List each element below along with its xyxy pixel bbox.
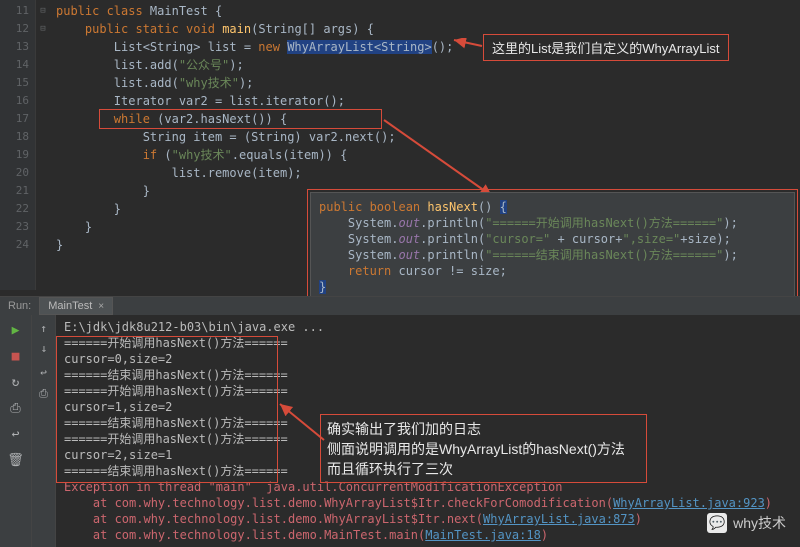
run-icon[interactable]: ▶ xyxy=(5,319,27,341)
fold-gutter: ⊟⊟ xyxy=(36,0,50,290)
annotation-console-text: 确实输出了我们加的日志 侧面说明调用的是WhyArrayList的hasNext… xyxy=(327,419,625,479)
scroll-down-icon[interactable]: ↑ xyxy=(35,341,53,359)
quick-definition-popup[interactable]: public boolean hasNext() { System.out.pr… xyxy=(310,192,795,310)
line-gutter: 1112131415161718192021222324 xyxy=(0,0,36,290)
chat-icon: 💬 xyxy=(707,513,727,533)
stack-link[interactable]: WhyArrayList.java:923 xyxy=(613,496,765,510)
print-icon2[interactable]: ⎙ xyxy=(35,385,53,403)
run-label: Run: xyxy=(0,300,39,312)
stack-link[interactable]: MainTest.java:18 xyxy=(425,528,541,542)
watermark: 💬 why技术 xyxy=(707,513,786,533)
run-toolbar-inner: ↑ ↑ ↩ ⎙ xyxy=(32,315,56,547)
trash-icon[interactable]: 🗑 xyxy=(5,449,27,471)
run-toolbar-left: ▶ ■ ↻ ⎙ ↩ 🗑 xyxy=(0,315,32,547)
rerun-icon[interactable]: ↻ xyxy=(5,371,27,393)
run-tab-title: MainTest xyxy=(48,300,92,312)
wrap-icon[interactable]: ↩ xyxy=(5,423,27,445)
soft-wrap-icon[interactable]: ↩ xyxy=(35,363,53,381)
close-icon[interactable]: × xyxy=(98,301,104,312)
annotation-whyarraylist: 这里的List是我们自定义的WhyArrayList xyxy=(483,34,729,61)
print-icon[interactable]: ⎙ xyxy=(5,397,27,419)
popup-code: public boolean hasNext() { System.out.pr… xyxy=(311,193,794,301)
run-tab[interactable]: MainTest × xyxy=(39,297,113,315)
scroll-up-icon[interactable]: ↑ xyxy=(35,319,53,337)
stop-icon[interactable]: ■ xyxy=(5,345,27,367)
run-header: Run: MainTest × xyxy=(0,297,800,315)
stack-link[interactable]: WhyArrayList.java:873 xyxy=(483,512,635,526)
